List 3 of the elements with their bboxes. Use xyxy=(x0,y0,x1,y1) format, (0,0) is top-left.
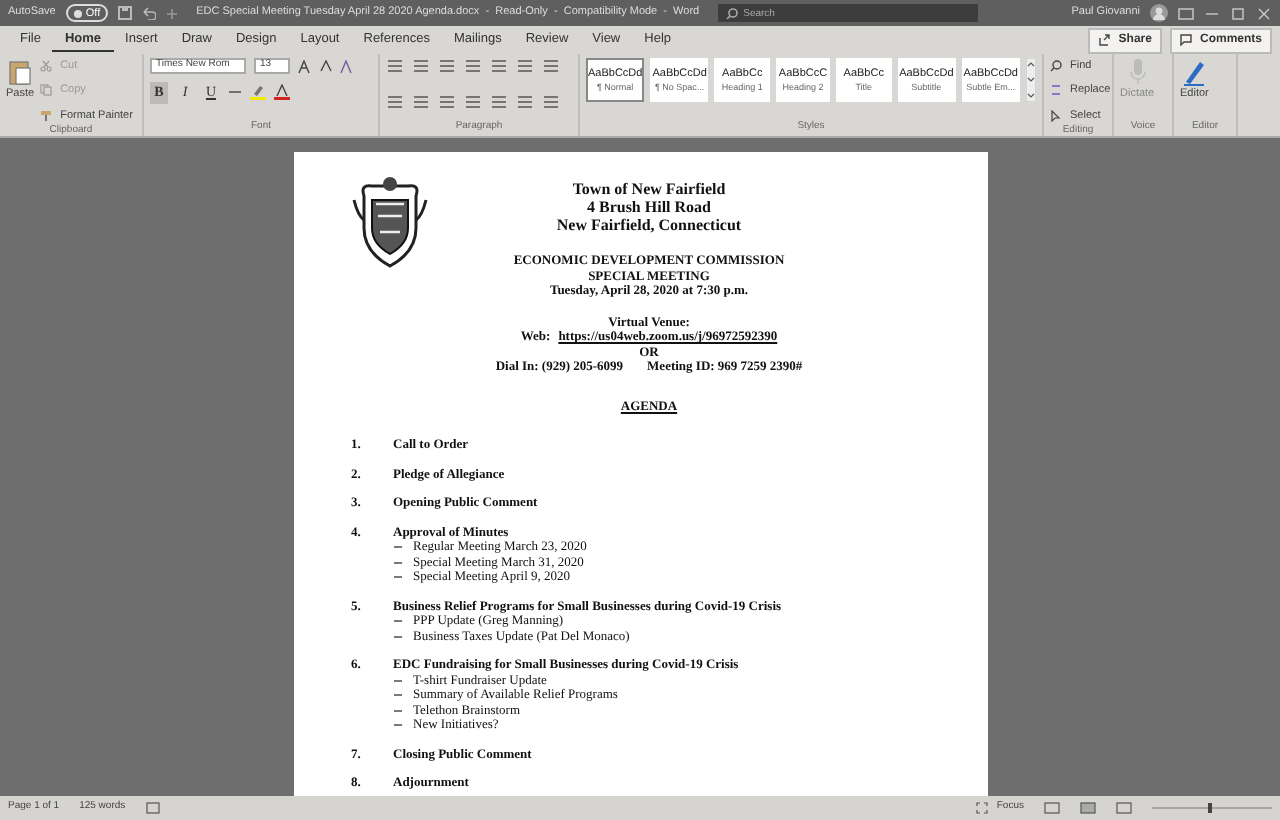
heading-line: Town of New Fairfield xyxy=(570,180,728,198)
heading-line: 4 Brush Hill Road xyxy=(584,198,713,216)
heading-line: New Fairfield, Connecticut xyxy=(554,216,744,234)
